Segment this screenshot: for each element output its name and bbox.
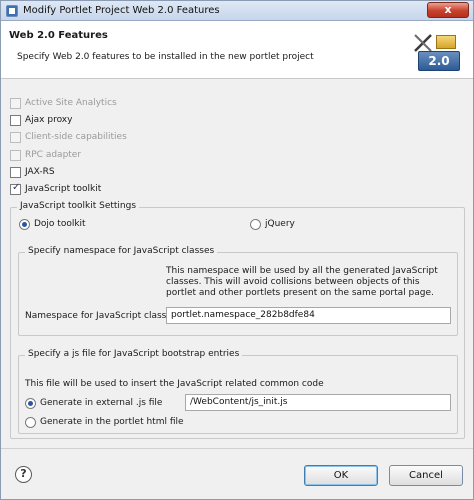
window-title: Modify Portlet Project Web 2.0 Features — [23, 5, 220, 16]
feature-label: Ajax proxy — [25, 115, 73, 125]
group-title: JavaScript toolkit Settings — [17, 201, 140, 211]
web20-badge-icon: 2.0 — [410, 31, 462, 73]
feature-label: RPC adapter — [25, 150, 82, 160]
bootstrap-info-text: This file will be used to insert the Jav… — [25, 379, 324, 389]
bootstrap-file-group: Specify a js file for JavaScript bootstr… — [18, 349, 458, 434]
radio-button[interactable] — [19, 218, 30, 230]
title-bar[interactable]: Modify Portlet Project Web 2.0 Features … — [1, 1, 473, 21]
package-icon — [436, 35, 456, 49]
help-icon[interactable]: ? — [15, 466, 32, 483]
checkbox[interactable] — [10, 131, 21, 143]
page-title: Web 2.0 Features — [9, 30, 108, 41]
app-icon — [6, 5, 18, 17]
namespace-group: Specify namespace for JavaScript classes… — [18, 246, 458, 336]
checkbox[interactable] — [10, 149, 21, 161]
group-title: Specify namespace for JavaScript classes — [25, 246, 218, 256]
feature-javascript-toolkit[interactable]: JavaScript toolkit — [10, 182, 101, 196]
ok-button[interactable]: OK — [304, 465, 378, 486]
radio-button[interactable] — [25, 397, 36, 409]
close-button[interactable]: x — [427, 2, 469, 18]
feature-label: JavaScript toolkit — [25, 184, 102, 194]
namespace-input[interactable]: portlet.namespace_282b8dfe84 — [166, 307, 451, 324]
radio-label: Generate in the portlet html file — [40, 417, 184, 427]
radio-external-js-file[interactable]: Generate in external .js file — [25, 396, 162, 410]
radio-button[interactable] — [25, 416, 36, 428]
feature-label: Active Site Analytics — [25, 98, 117, 108]
feature-rpc-adapter[interactable]: RPC adapter — [10, 148, 81, 162]
checkbox[interactable] — [10, 182, 21, 195]
toolkit-settings-group: JavaScript toolkit Settings Dojo toolkit… — [10, 201, 465, 439]
page-description: Specify Web 2.0 features to be installed… — [17, 52, 314, 62]
checkbox[interactable] — [10, 97, 21, 109]
js-file-input[interactable]: /WebContent/js_init.js — [185, 394, 451, 411]
radio-dojo-toolkit[interactable]: Dojo toolkit — [19, 217, 86, 231]
feature-ajax-proxy[interactable]: Ajax proxy — [10, 113, 72, 127]
checkbox[interactable] — [10, 114, 21, 126]
namespace-field-label: Namespace for JavaScript classes — [25, 311, 177, 321]
radio-label: jQuery — [265, 219, 295, 229]
group-title: Specify a js file for JavaScript bootstr… — [25, 349, 243, 359]
radio-portlet-html-file[interactable]: Generate in the portlet html file — [25, 415, 184, 429]
feature-client-side-capabilities[interactable]: Client-side capabilities — [10, 130, 127, 144]
radio-jquery[interactable]: jQuery — [250, 217, 295, 231]
feature-label: Client-side capabilities — [25, 132, 127, 142]
version-badge: 2.0 — [418, 51, 460, 71]
feature-jax-rs[interactable]: JAX-RS — [10, 165, 55, 179]
tools-icon — [414, 34, 432, 52]
dialog-window: Modify Portlet Project Web 2.0 Features … — [0, 0, 474, 500]
radio-label: Dojo toolkit — [34, 219, 86, 229]
checkbox[interactable] — [10, 166, 21, 178]
radio-label: Generate in external .js file — [40, 398, 163, 408]
cancel-button[interactable]: Cancel — [389, 465, 463, 486]
namespace-info-text: This namespace will be used by all the g… — [166, 266, 438, 298]
feature-active-site-analytics[interactable]: Active Site Analytics — [10, 96, 117, 110]
feature-label: JAX-RS — [25, 167, 55, 177]
footer-divider — [1, 448, 473, 449]
header-banner: Web 2.0 Features Specify Web 2.0 feature… — [1, 21, 473, 79]
radio-button[interactable] — [250, 218, 261, 230]
